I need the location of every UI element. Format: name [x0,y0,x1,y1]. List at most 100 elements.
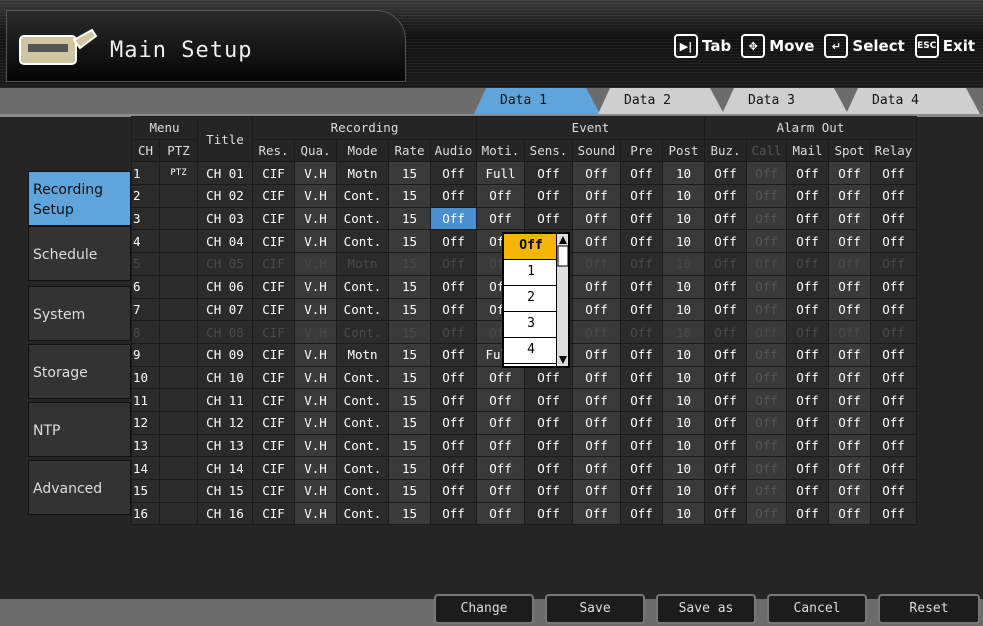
table-cell[interactable]: Off [620,297,663,322]
table-cell[interactable]: V.H [294,274,337,299]
table-cell[interactable]: Off [786,229,829,254]
table-cell[interactable]: Off [746,342,787,367]
table-cell[interactable]: Off [704,501,747,526]
table-cell[interactable]: Off [786,206,829,231]
table-cell[interactable]: Off [786,342,829,367]
table-cell[interactable]: Off [430,479,477,503]
table-cell[interactable]: Off [828,161,871,186]
table-cell[interactable]: Off [828,297,871,322]
table-cell[interactable]: V.H [294,206,337,231]
sidebar-item-system[interactable]: System [28,286,131,341]
table-cell[interactable]: Off [828,206,871,231]
table-cell[interactable]: Off [704,479,747,503]
sidebar-item-recording-setup[interactable]: Recording Setup [28,171,131,226]
table-cell[interactable]: Off [620,388,663,412]
table-cell[interactable]: 10 [662,501,705,526]
table-cell[interactable]: CIF [252,297,295,322]
table-cell[interactable]: Off [870,161,917,186]
table-cell[interactable]: Off [476,184,525,208]
table-cell[interactable]: Off [828,479,871,503]
table-cell[interactable]: V.H [294,229,337,254]
table-cell[interactable]: Off [620,161,663,186]
table-cell[interactable]: 15 [388,297,431,322]
save-as-button[interactable]: Save as [656,594,756,624]
table-cell[interactable]: 15 [388,433,431,458]
table-cell[interactable]: Off [828,365,871,390]
table-cell[interactable]: Off [870,365,917,390]
table-cell[interactable]: Off [704,229,747,254]
table-cell[interactable]: Off [620,501,663,526]
table-cell[interactable]: CIF [252,456,295,480]
dropdown-option[interactable]: Off [504,234,558,260]
table-cell[interactable]: Off [786,274,829,299]
dropdown-option[interactable]: 4 [504,338,558,364]
value-dropdown[interactable]: Off 1 2 3 4 [502,232,570,368]
table-cell[interactable]: V.H [294,342,337,367]
table-cell[interactable]: Motn [336,252,389,276]
table-cell[interactable]: V.H [294,501,337,526]
table-cell[interactable]: CH 08 [197,320,253,344]
table-cell[interactable]: Off [870,229,917,254]
table-cell[interactable]: V.H [294,479,337,503]
table-cell[interactable]: Off [620,433,663,458]
table-cell[interactable]: Off [746,229,787,254]
table-cell[interactable]: 15 [388,388,431,412]
table-cell[interactable]: CIF [252,501,295,526]
table-cell[interactable]: CH 16 [197,501,253,526]
table-cell[interactable]: Off [870,274,917,299]
table-cell[interactable]: CIF [252,229,295,254]
table-cell[interactable]: CH 03 [197,206,253,231]
table-cell[interactable]: Off [870,184,917,208]
table-cell[interactable]: 10 [662,342,705,367]
table-cell[interactable]: Off [786,433,829,458]
table-cell[interactable]: Off [572,297,621,322]
table-cell[interactable]: Off [786,479,829,503]
table-cell[interactable]: CIF [252,433,295,458]
table-cell[interactable]: Off [746,320,787,344]
table-cell[interactable]: Off [704,410,747,435]
table-cell[interactable]: 15 [388,184,431,208]
table-cell[interactable]: Off [870,479,917,503]
table-cell[interactable]: Off [870,320,917,344]
table-cell[interactable]: Off [524,479,573,503]
table-cell[interactable]: 10 [662,479,705,503]
table-cell[interactable]: Off [620,479,663,503]
table-cell[interactable]: Off [746,184,787,208]
table-cell[interactable]: Off [524,161,573,186]
table-cell[interactable]: CIF [252,388,295,412]
table-cell[interactable]: Off [572,184,621,208]
table-cell[interactable]: 10 [662,388,705,412]
table-cell[interactable]: 15 [388,274,431,299]
table-cell[interactable]: Off [870,501,917,526]
table-cell[interactable]: Off [786,184,829,208]
table-cell[interactable]: Off [572,161,621,186]
table-cell[interactable]: Off [620,274,663,299]
table-cell[interactable]: Off [524,388,573,412]
table-cell[interactable]: Off [430,229,477,254]
table-cell[interactable]: 15 [388,410,431,435]
table-cell[interactable]: Off [524,206,573,231]
table-cell[interactable]: Off [704,297,747,322]
table-cell[interactable]: Off [430,365,477,390]
table-cell[interactable]: Off [786,320,829,344]
tab-data-2[interactable]: Data 2 [598,88,724,114]
table-cell[interactable]: Off [572,479,621,503]
table-cell[interactable]: CH 14 [197,456,253,480]
table-cell[interactable]: CH 07 [197,297,253,322]
sidebar-item-advanced[interactable]: Advanced [28,460,131,515]
table-cell[interactable]: Off [430,410,477,435]
table-cell[interactable]: Off [746,252,787,276]
table-cell[interactable]: 10 [662,184,705,208]
table-cell[interactable]: Off [572,388,621,412]
table-cell[interactable]: Off [620,342,663,367]
table-cell[interactable]: Off [828,342,871,367]
dropdown-option[interactable]: 3 [504,312,558,338]
table-cell[interactable]: 10 [662,161,705,186]
table-cell[interactable]: Off [476,456,525,480]
sidebar-item-ntp[interactable]: NTP [28,402,131,457]
table-cell[interactable]: CIF [252,479,295,503]
table-cell[interactable]: Off [704,161,747,186]
table-cell[interactable]: V.H [294,388,337,412]
table-cell[interactable]: Off [786,501,829,526]
table-cell[interactable]: CH 12 [197,410,253,435]
